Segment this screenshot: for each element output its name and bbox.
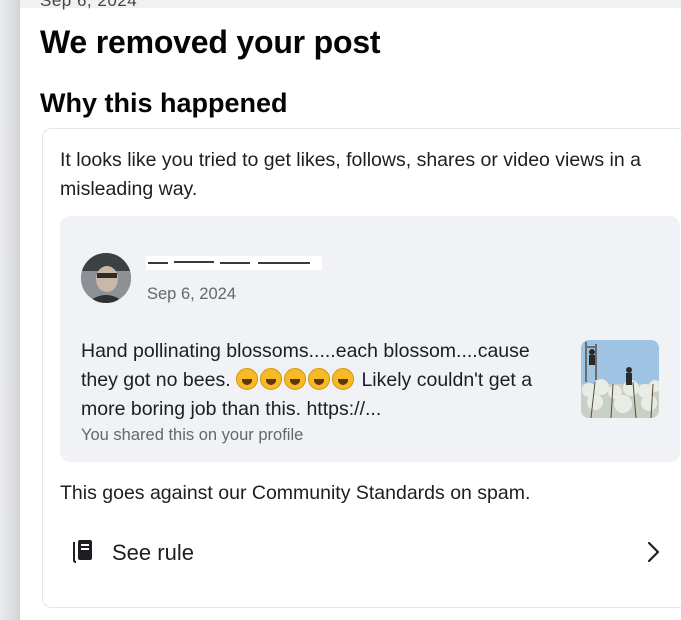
see-rule-label: See rule [112, 540, 194, 565]
page-title: We removed your post [40, 24, 381, 60]
laughing-emoji-icon [260, 368, 283, 390]
shared-note: You shared this on your profile [81, 426, 304, 444]
background-page-edge [0, 0, 20, 620]
removal-date: Sep 6, 2024 [40, 0, 138, 10]
avatar [81, 253, 131, 303]
author-name-redacted[interactable] [146, 256, 322, 270]
post-date[interactable]: Sep 6, 2024 [147, 285, 236, 304]
post-text: Hand pollinating blossoms.....each bloss… [81, 337, 571, 424]
laughing-emoji-icon [284, 368, 307, 390]
laughing-emoji-icon [236, 368, 259, 390]
avatar-image [81, 253, 131, 303]
reason-text: It looks like you tried to get likes, fo… [60, 149, 641, 200]
post-thumbnail[interactable] [581, 340, 659, 418]
violation-text: This goes against our Community Standard… [60, 482, 531, 504]
book-icon [73, 540, 92, 563]
chevron-right-icon [647, 541, 660, 563]
see-rule-button[interactable]: See rule [60, 528, 680, 578]
orchard-photo [581, 340, 659, 418]
laughing-emoji-icon [332, 368, 355, 390]
laughing-emoji-icon [308, 368, 331, 390]
section-heading: Why this happened [40, 88, 288, 118]
